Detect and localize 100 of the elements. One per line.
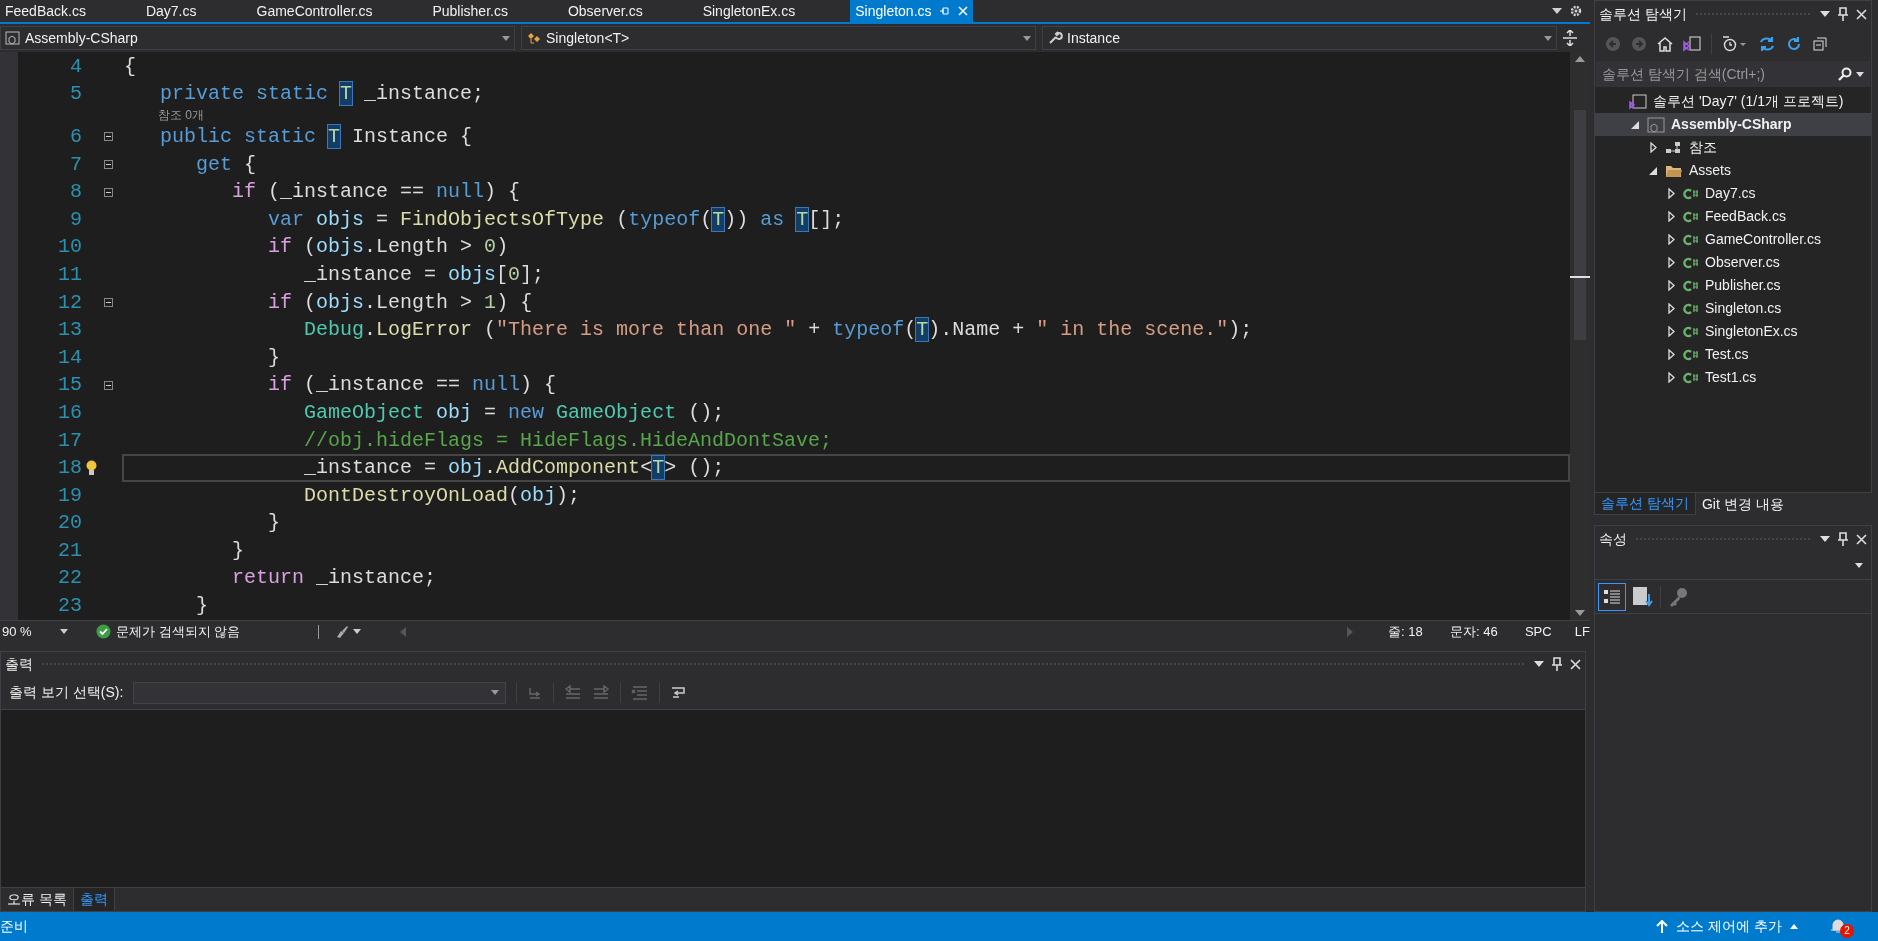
- line-number: 9: [69, 206, 82, 233]
- line-indicator[interactable]: 줄: 18: [1388, 621, 1450, 642]
- tree-item[interactable]: Day7.cs: [1595, 182, 1871, 205]
- panel-tab[interactable]: 솔루션 탐색기: [1594, 493, 1696, 516]
- alphabetical-icon[interactable]: [1632, 585, 1654, 608]
- expanded-arrow-icon[interactable]: [1631, 120, 1639, 129]
- solution-view-icon[interactable]: [1683, 36, 1701, 52]
- scroll-down-icon[interactable]: [1575, 610, 1585, 616]
- dropdown-icon[interactable]: [1552, 8, 1562, 14]
- zoom-level[interactable]: 90 %: [0, 621, 60, 642]
- document-tab[interactable]: SingletonEx.cs: [697, 0, 801, 22]
- line-ending-indicator[interactable]: LF: [1574, 621, 1590, 642]
- reference-count-link[interactable]: 참조 0개: [158, 108, 205, 124]
- tree-item[interactable]: GameController.cs: [1595, 228, 1871, 251]
- line-number: 8: [69, 179, 82, 206]
- collapsed-arrow-icon[interactable]: [1667, 372, 1675, 383]
- scrollbar-thumb[interactable]: [1574, 110, 1586, 340]
- categorized-icon: [1603, 587, 1621, 606]
- code-line: {: [124, 53, 136, 80]
- collapsed-arrow-icon[interactable]: [1667, 188, 1675, 199]
- project-dropdown[interactable]: Assembly-CSharp: [0, 26, 515, 50]
- caret-icon[interactable]: [59, 629, 68, 634]
- dropdown-icon[interactable]: [1820, 536, 1830, 543]
- tree-item[interactable]: Assembly-CSharp: [1595, 113, 1871, 136]
- csharp-file-icon: [1683, 348, 1699, 361]
- panel-tab[interactable]: Git 변경 내용: [1695, 493, 1790, 516]
- column-indicator[interactable]: 문자: 46: [1449, 621, 1525, 642]
- collapse-icon[interactable]: [104, 132, 113, 142]
- issues-status[interactable]: 문제가 검색되지 않음: [115, 621, 296, 642]
- document-tab[interactable]: Day7.cs: [140, 0, 202, 22]
- search-field[interactable]: 솔루션 탐색기 검색(Ctrl+;): [1596, 61, 1870, 87]
- settings-icon[interactable]: [1570, 5, 1582, 17]
- tree-item[interactable]: FeedBack.cs: [1595, 205, 1871, 228]
- collapsed-arrow-icon[interactable]: [1667, 303, 1675, 314]
- line-number: 6: [69, 124, 82, 150]
- tree-item[interactable]: 솔루션 'Day7' (1/1개 프로젝트): [1595, 90, 1871, 113]
- csharp-file-icon: [1683, 187, 1699, 200]
- collapse-icon[interactable]: [104, 160, 113, 170]
- refresh-icon[interactable]: [1786, 36, 1802, 52]
- collapsed-arrow-icon[interactable]: [1667, 349, 1675, 360]
- line-number: 19: [57, 482, 82, 509]
- dropdown-icon[interactable]: [1534, 661, 1544, 667]
- close-icon[interactable]: [1856, 8, 1867, 20]
- line-number: 21: [57, 537, 82, 564]
- close-icon[interactable]: [1856, 533, 1867, 545]
- brush-icon[interactable]: [334, 624, 349, 639]
- collapsed-arrow-icon[interactable]: [1667, 234, 1675, 245]
- whitespace-indicator[interactable]: SPC: [1524, 621, 1575, 642]
- panel-tab[interactable]: 오류 목록: [1, 888, 73, 911]
- tree-item[interactable]: Assets: [1595, 159, 1871, 182]
- code-line: var objs = FindObjectsOfType (typeof(T)) as T[];: [268, 206, 845, 233]
- collapsed-arrow-icon[interactable]: [1667, 257, 1675, 268]
- type-dropdown[interactable]: Singleton<T>: [521, 26, 1036, 50]
- code-line: GameObject obj = new GameObject ();: [304, 399, 725, 426]
- categorized-button[interactable]: [1598, 582, 1626, 611]
- document-tab[interactable]: Publisher.cs: [427, 0, 513, 22]
- pin-icon[interactable]: [1838, 7, 1848, 21]
- tree-item[interactable]: Test1.cs: [1595, 366, 1871, 389]
- scroll-up-icon[interactable]: [1575, 56, 1585, 62]
- collapse-all-icon[interactable]: [1812, 36, 1828, 52]
- collapsed-arrow-icon[interactable]: [1667, 211, 1675, 222]
- lightbulb-icon[interactable]: [85, 460, 97, 477]
- panel-tab[interactable]: 출력: [72, 888, 115, 911]
- close-icon[interactable]: [1570, 658, 1581, 670]
- collapsed-arrow-icon[interactable]: [1667, 326, 1675, 337]
- collapse-icon[interactable]: [104, 187, 113, 197]
- sync-icon[interactable]: [1758, 36, 1776, 52]
- notifications-button[interactable]: 2: [1828, 915, 1854, 938]
- csharp-file-icon: [1683, 302, 1699, 315]
- tree-item[interactable]: SingletonEx.cs: [1595, 320, 1871, 343]
- caret-icon: [491, 690, 500, 695]
- tree-item[interactable]: Test.cs: [1595, 343, 1871, 366]
- tree-item[interactable]: Observer.cs: [1595, 251, 1871, 274]
- tree-item[interactable]: Singleton.cs: [1595, 297, 1871, 320]
- collapsed-arrow-icon[interactable]: [1649, 142, 1657, 153]
- pin-icon[interactable]: [1838, 532, 1848, 547]
- pin-icon[interactable]: [1552, 657, 1562, 671]
- dropdown-icon[interactable]: [1820, 11, 1830, 17]
- line-number: 10: [57, 234, 82, 261]
- collapse-icon[interactable]: [104, 298, 113, 308]
- collapsed-arrow-icon[interactable]: [1667, 280, 1675, 291]
- tree-item[interactable]: Publisher.cs: [1595, 274, 1871, 297]
- document-tab[interactable]: Observer.cs: [562, 0, 648, 22]
- document-tab[interactable]: GameController.cs: [251, 0, 378, 22]
- project-icon: [5, 30, 21, 46]
- home-icon[interactable]: [1657, 36, 1673, 52]
- member-dropdown[interactable]: Instance: [1042, 26, 1557, 50]
- collapse-icon[interactable]: [104, 380, 113, 390]
- code-line: public static T Instance {: [160, 123, 473, 150]
- caret-icon[interactable]: [352, 629, 361, 634]
- caret-icon: [1544, 35, 1552, 41]
- panel-title: 속성: [1599, 529, 1627, 549]
- document-tab[interactable]: FeedBack.cs: [0, 0, 91, 22]
- expanded-arrow-icon[interactable]: [1649, 166, 1657, 175]
- history-icon[interactable]: [1722, 36, 1748, 52]
- source-control-button[interactable]: 소스 제어에 추가: [1656, 916, 1798, 937]
- csharp-file-icon: [1683, 325, 1699, 338]
- tree-item[interactable]: 참조: [1595, 136, 1871, 159]
- class-icon: [526, 30, 542, 46]
- split-icon[interactable]: [1563, 30, 1577, 46]
